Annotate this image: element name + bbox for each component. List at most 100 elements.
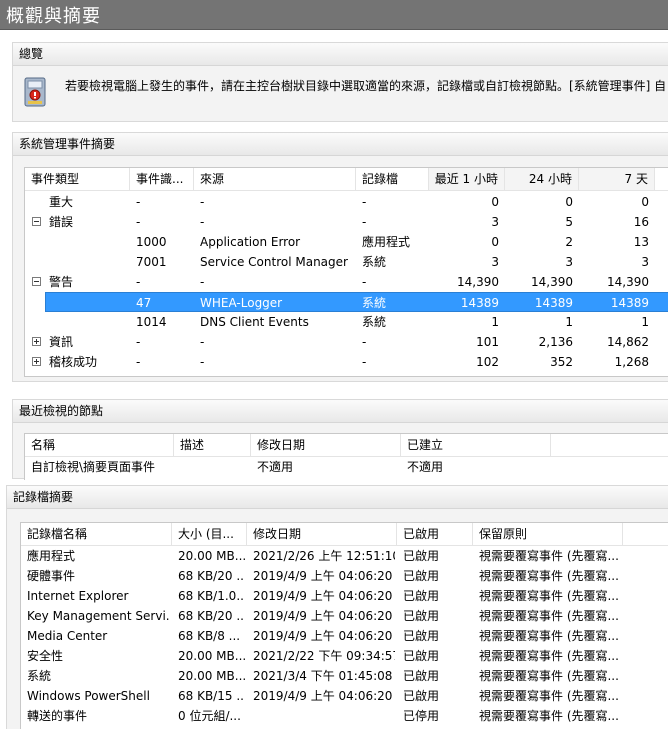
table-row[interactable]: 應用程式 20.00 MB... 2021/2/26 上午 12:51:10 已… — [21, 546, 668, 566]
7-days-cell: 16 — [633, 215, 649, 229]
log-policy-cell: 視需要覆寫事件 (先覆寫... — [479, 689, 619, 703]
overview-header[interactable]: 總覽 — [13, 43, 668, 66]
title-bar: 概觀與摘要 — [0, 0, 668, 30]
col-24-hours[interactable]: 24 小時 — [505, 168, 579, 190]
7-days-cell: 3 — [641, 255, 649, 269]
overview-description: 若要檢視電腦上發生的事件，請在主控台樹狀目錄中選取適當的來源，記錄檔或自訂檢視節… — [65, 79, 667, 93]
table-row[interactable]: Windows PowerShell 68 KB/15 ... 2019/4/9… — [21, 686, 668, 706]
expand-icon[interactable] — [32, 357, 41, 366]
source-cell: Application Error — [200, 235, 301, 249]
log-enabled-cell: 已啟用 — [403, 569, 440, 583]
table-row[interactable]: 1014 DNS Client Events 系統 1 1 1 — [25, 312, 668, 332]
event-id-cell: - — [136, 355, 141, 369]
last-hour-cell: 102 — [476, 355, 499, 369]
log-size-cell: 68 KB/1.0... — [178, 589, 245, 603]
col-retention-policy[interactable]: 保留原則 — [473, 523, 623, 545]
log-modified-cell: 2019/4/9 上午 04:06:20 — [253, 569, 393, 583]
col-last-hour[interactable]: 最近 1 小時 — [429, 168, 505, 190]
event-id-cell: 1000 — [136, 235, 167, 249]
log-enabled-cell: 已啟用 — [403, 629, 440, 643]
table-row[interactable]: 稽核成功 - - - 102 352 1,268 — [25, 352, 668, 372]
col-log[interactable]: 記錄檔 — [356, 168, 429, 190]
event-type-cell: 警告 — [49, 275, 74, 289]
source-cell: - — [200, 355, 205, 369]
table-row[interactable]: 系統 20.00 MB... 2021/3/4 下午 01:45:08 已啟用 … — [21, 666, 668, 686]
table-row[interactable]: 硬體事件 68 KB/20 ... 2019/4/9 上午 04:06:20 已… — [21, 566, 668, 586]
recent-nodes-table-header: 名稱 描述 修改日期 已建立 — [25, 434, 668, 457]
24-hours-cell: 5 — [565, 215, 573, 229]
table-row[interactable]: 重大 - - - 0 0 0 — [25, 192, 668, 212]
table-row[interactable]: 錯誤 - - - 3 5 16 — [25, 212, 668, 232]
node-created-cell: 不適用 — [407, 460, 444, 474]
24-hours-cell: 14389 — [534, 296, 573, 310]
table-row[interactable]: 1000 Application Error 應用程式 0 2 13 — [25, 232, 668, 252]
7-days-cell: 1,268 — [614, 355, 649, 369]
table-row[interactable]: 安全性 20.00 MB... 2021/2/22 下午 09:34:57 已啟… — [21, 646, 668, 666]
log-size-cell: 0 位元組/... — [178, 709, 241, 723]
table-row[interactable]: Internet Explorer 68 KB/1.0... 2019/4/9 … — [21, 586, 668, 606]
admin-events-panel: 系統管理事件摘要 事件類型 事件識... 來源 記錄檔 最近 1 小時 24 小… — [12, 132, 668, 382]
last-hour-cell: 101 — [476, 335, 499, 349]
col-name[interactable]: 名稱 — [25, 434, 174, 456]
col-enabled[interactable]: 已啟用 — [397, 523, 473, 545]
table-row[interactable]: 警告 - - - 14,390 14,390 14,390 — [25, 272, 668, 292]
expand-icon[interactable] — [32, 337, 41, 346]
col-description[interactable]: 描述 — [174, 434, 251, 456]
log-modified-cell: 2021/2/26 上午 12:51:10 — [253, 549, 395, 563]
log-cell: - — [362, 195, 367, 209]
log-enabled-cell: 已啟用 — [403, 589, 440, 603]
log-modified-cell: 2019/4/9 上午 04:06:20 — [253, 689, 393, 703]
table-row[interactable]: 轉送的事件 0 位元組/... 已停用 視需要覆寫事件 (先覆寫... — [21, 706, 668, 726]
col-size[interactable]: 大小 (目... — [172, 523, 247, 545]
7-days-cell: 0 — [641, 195, 649, 209]
log-name-cell: Media Center — [27, 629, 108, 643]
log-cell: - — [362, 215, 367, 229]
7-days-cell: 1 — [641, 315, 649, 329]
log-summary-header[interactable]: 記錄檔摘要 — [7, 486, 668, 509]
log-name-cell: 硬體事件 — [27, 569, 76, 583]
log-enabled-cell: 已啟用 — [403, 689, 440, 703]
log-policy-cell: 視需要覆寫事件 (先覆寫... — [479, 629, 619, 643]
admin-events-table-header: 事件類型 事件識... 來源 記錄檔 最近 1 小時 24 小時 7 天 — [25, 168, 668, 191]
event-type-cell: 資訊 — [49, 335, 74, 349]
recent-nodes-header[interactable]: 最近檢視的節點 — [13, 400, 668, 423]
collapse-icon[interactable] — [32, 277, 41, 286]
last-hour-cell: 3 — [491, 255, 499, 269]
log-cell: - — [362, 275, 367, 289]
log-modified-cell — [253, 706, 395, 726]
24-hours-cell: 14,390 — [531, 275, 573, 289]
window-title: 概觀與摘要 — [6, 6, 101, 27]
admin-events-header[interactable]: 系統管理事件摘要 — [13, 133, 668, 156]
col-event-id[interactable]: 事件識... — [130, 168, 194, 190]
log-enabled-cell: 已啟用 — [403, 669, 440, 683]
table-row[interactable]: Media Center 68 KB/8 ... 2019/4/9 上午 04:… — [21, 626, 668, 646]
log-name-cell: 應用程式 — [27, 549, 76, 563]
col-modified-date[interactable]: 修改日期 — [251, 434, 401, 456]
log-policy-cell: 視需要覆寫事件 (先覆寫... — [479, 649, 619, 663]
table-row[interactable]: 自訂檢視\摘要頁面事件 不適用 不適用 — [25, 457, 668, 477]
log-name-cell: 轉送的事件 — [27, 709, 88, 723]
collapse-icon[interactable] — [32, 217, 41, 226]
log-summary-panel: 記錄檔摘要 記錄檔名稱 大小 (目... 修改日期 已啟用 保留原則 應用程式 … — [6, 485, 668, 729]
log-modified-cell: 2019/4/9 上午 04:06:20 — [253, 589, 393, 603]
table-row[interactable]: 7001 Service Control Manager 系統 3 3 3 — [25, 252, 668, 272]
event-type-cell: 重大 — [49, 195, 74, 209]
table-row[interactable]: 資訊 - - - 101 2,136 14,862 — [25, 332, 668, 352]
col-7-days[interactable]: 7 天 — [579, 168, 655, 190]
col-source[interactable]: 來源 — [194, 168, 356, 190]
log-summary-table-header: 記錄檔名稱 大小 (目... 修改日期 已啟用 保留原則 — [21, 523, 668, 546]
log-enabled-cell: 已啟用 — [403, 649, 440, 663]
source-cell: - — [200, 275, 205, 289]
col-log-modified[interactable]: 修改日期 — [247, 523, 397, 545]
log-cell: 系統 — [362, 315, 387, 329]
24-hours-cell: 3 — [565, 255, 573, 269]
col-event-type[interactable]: 事件類型 — [25, 168, 130, 190]
event-id-cell: 7001 — [136, 255, 167, 269]
table-row[interactable]: Key Management Servi... 68 KB/20 ... 201… — [21, 606, 668, 626]
selected-table-row[interactable]: 47 WHEA-Logger 系統 14389 14389 14389 — [45, 292, 668, 312]
col-log-name[interactable]: 記錄檔名稱 — [21, 523, 172, 545]
last-hour-cell: 1 — [491, 315, 499, 329]
node-name-cell: 自訂檢視\摘要頁面事件 — [31, 460, 156, 474]
last-hour-cell: 14,390 — [457, 275, 499, 289]
col-created[interactable]: 已建立 — [401, 434, 551, 456]
